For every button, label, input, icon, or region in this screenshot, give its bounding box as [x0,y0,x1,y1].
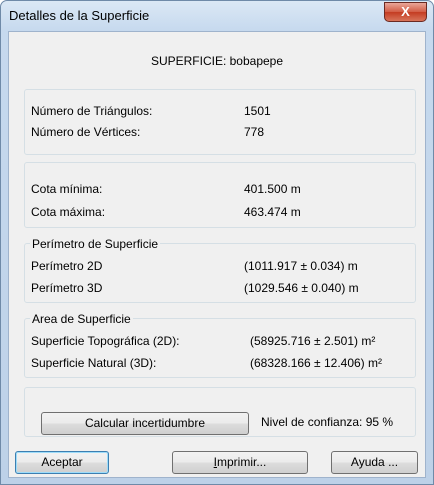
uncertainty-group: Calcular incertidumbre Nivel de confianz… [24,387,416,437]
topographic-area-label: Superficie Topográfica (2D): [31,334,180,348]
perimeter-group-legend: Perímetro de Superficie [30,237,161,251]
perimeter-2d-label: Perímetro 2D [31,259,103,273]
min-elevation-value: 401.500 m [244,182,301,196]
min-elevation-label: Cota mínima: [31,182,103,196]
area-group-legend: Area de Superficie [30,312,133,326]
perimeter-3d-label: Perímetro 3D [31,281,103,295]
vertices-label: Número de Vértices: [31,125,141,139]
natural-area-label: Superficie Natural (3D): [31,356,157,370]
area-group: Area de Superficie Superficie Topográfic… [24,312,416,378]
vertices-value: 778 [244,125,265,139]
calculate-uncertainty-button[interactable]: Calcular incertidumbre [41,412,249,435]
elevations-group: Cota mínima: 401.500 m Cota máxima: 463.… [24,162,416,228]
close-icon: X [401,4,410,19]
dialog-window: Detalles de la Superficie X SUPERFICIE: … [0,0,434,485]
print-button[interactable]: Imprimir... [172,451,308,474]
dialog-body: SUPERFICIE: bobapepe Número de Triángulo… [8,31,426,478]
perimeter-group: Perímetro de Superficie Perímetro 2D (10… [24,237,416,303]
window-title: Detalles de la Superficie [9,8,150,23]
topographic-area-value: (58925.716 ± 2.501) m² [250,334,376,348]
help-button[interactable]: Ayuda ... [331,451,418,474]
close-button[interactable]: X [384,2,427,22]
surface-name-label: SUPERFICIE: bobapepe [150,54,284,68]
max-elevation-label: Cota máxima: [31,205,106,219]
perimeter-2d-value: (1011.917 ± 0.034) m [244,259,358,273]
triangles-label: Número de Triángulos: [31,104,153,118]
max-elevation-value: 463.474 m [244,205,301,219]
natural-area-value: (68328.166 ± 12.406) m² [250,356,382,370]
counts-group: Número de Triángulos: 1501 Número de Vér… [24,89,416,155]
perimeter-3d-value: (1029.546 ± 0.040) m [244,281,359,295]
accept-button[interactable]: Aceptar [15,451,109,474]
triangles-value: 1501 [244,104,271,118]
confidence-level-label: Nivel de confianza: 95 % [261,415,394,429]
title-bar[interactable]: Detalles de la Superficie X [1,1,433,31]
print-button-label: mprimir... [217,455,267,469]
